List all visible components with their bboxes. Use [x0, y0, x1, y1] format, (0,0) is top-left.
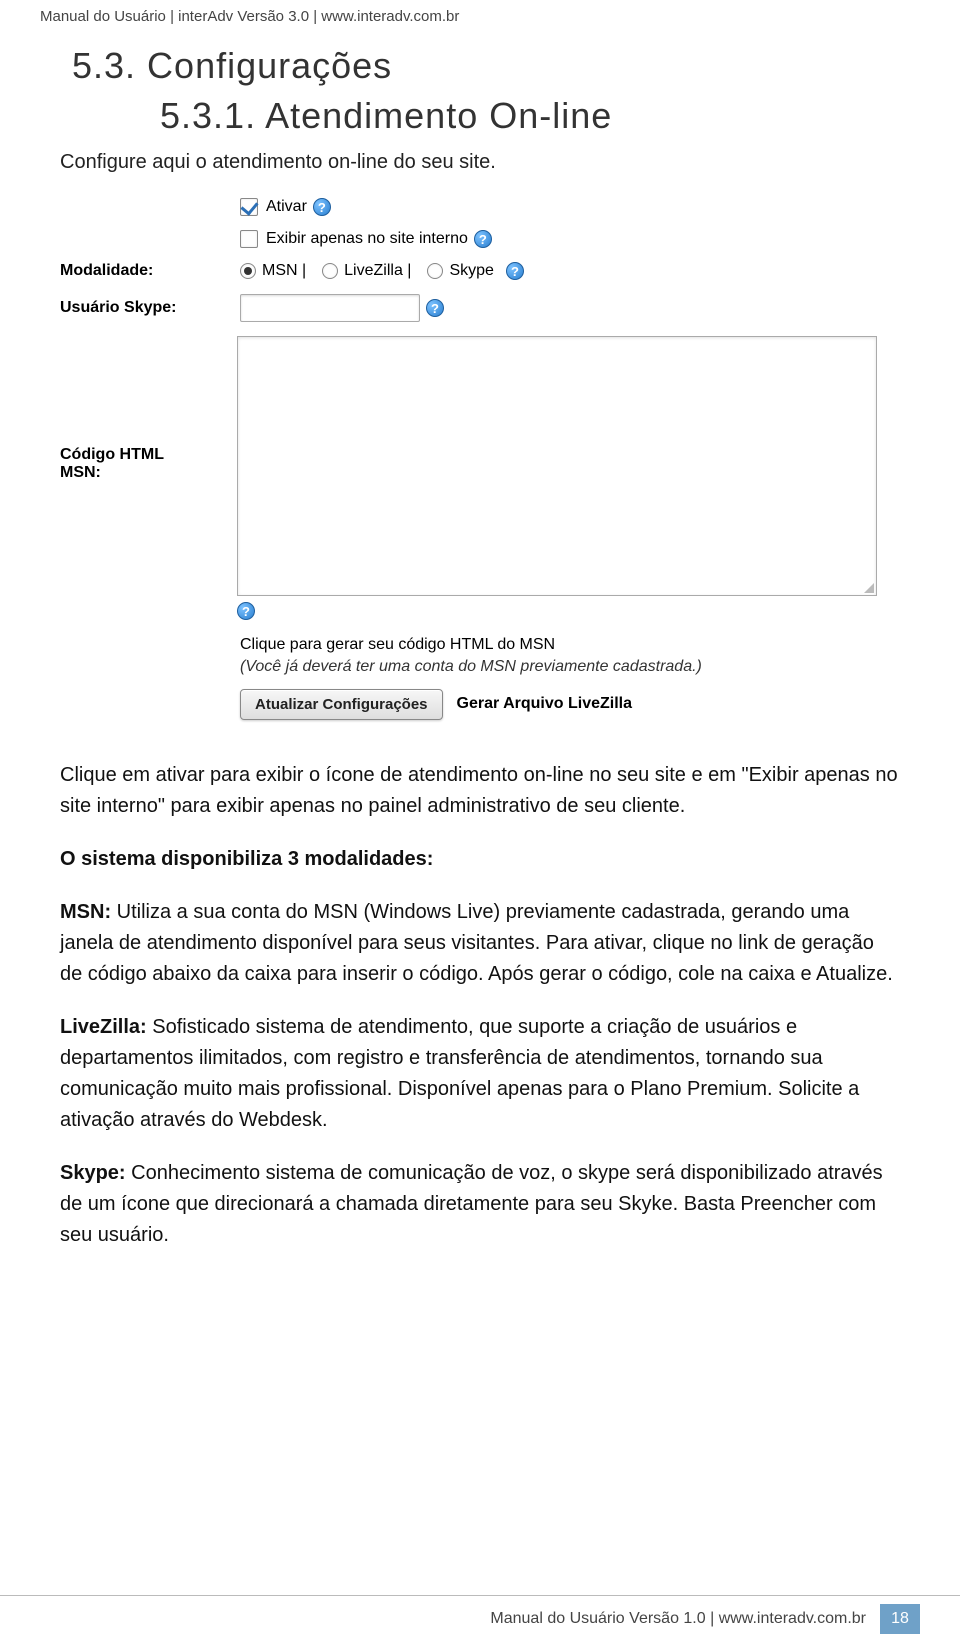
help-icon[interactable]: ? [474, 230, 492, 248]
modalidade-livezilla-label: LiveZilla | [344, 262, 411, 280]
paragraph-msn: MSN: Utiliza a sua conta do MSN (Windows… [60, 897, 900, 990]
intro-text: Configure aqui o atendimento on-line do … [60, 151, 900, 174]
ativar-checkbox[interactable] [240, 198, 258, 216]
generate-msn-code-link[interactable]: Clique para gerar seu código HTML do MSN… [240, 634, 890, 679]
codigo-html-label: Código HTML MSN: [60, 336, 237, 482]
modalidade-msn-radio[interactable] [240, 263, 256, 279]
body-text-block: Clique em ativar para exibir o ícone de … [60, 760, 900, 1251]
gerar-arquivo-livezilla-link[interactable]: Gerar Arquivo LiveZilla [457, 695, 632, 713]
exibir-interno-checkbox[interactable] [240, 230, 258, 248]
help-icon[interactable]: ? [237, 602, 255, 620]
paragraph-modalidades-lead: O sistema disponibiliza 3 modalidades: [60, 844, 900, 875]
usuario-skype-input[interactable] [240, 294, 420, 322]
paragraph-skype: Skype: Conhecimento sistema de comunicaç… [60, 1158, 900, 1251]
atualizar-configuracoes-button[interactable]: Atualizar Configurações [240, 689, 443, 720]
modalidade-label: Modalidade: [60, 262, 240, 280]
page-footer: Manual do Usuário Versão 1.0 | www.inter… [0, 1595, 960, 1634]
heading-531: 5.3.1. Atendimento On-line [160, 95, 900, 137]
ativar-label: Ativar [266, 198, 307, 216]
modalidade-skype-radio[interactable] [427, 263, 443, 279]
help-icon[interactable]: ? [506, 262, 524, 280]
heading-53: 5.3. Configurações [72, 45, 900, 87]
page-header-text: Manual do Usuário | interAdv Versão 3.0 … [0, 0, 960, 29]
help-icon[interactable]: ? [426, 299, 444, 317]
codigo-html-textarea[interactable] [237, 336, 877, 596]
exibir-interno-label: Exibir apenas no site interno [266, 230, 468, 248]
paragraph-livezilla: LiveZilla: Sofisticado sistema de atendi… [60, 1012, 900, 1136]
modalidade-skype-label: Skype [449, 262, 493, 280]
footer-text: Manual do Usuário Versão 1.0 | www.inter… [490, 1610, 866, 1628]
usuario-skype-label: Usuário Skype: [60, 299, 240, 317]
modalidade-msn-label: MSN | [262, 262, 306, 280]
help-icon[interactable]: ? [313, 198, 331, 216]
resize-grip-icon[interactable] [864, 583, 874, 593]
paragraph-ativar: Clique em ativar para exibir o ícone de … [60, 760, 900, 822]
settings-panel: Ativar ? Exibir apenas no site interno ?… [60, 198, 890, 720]
modalidade-livezilla-radio[interactable] [322, 263, 338, 279]
page-number: 18 [880, 1604, 920, 1634]
